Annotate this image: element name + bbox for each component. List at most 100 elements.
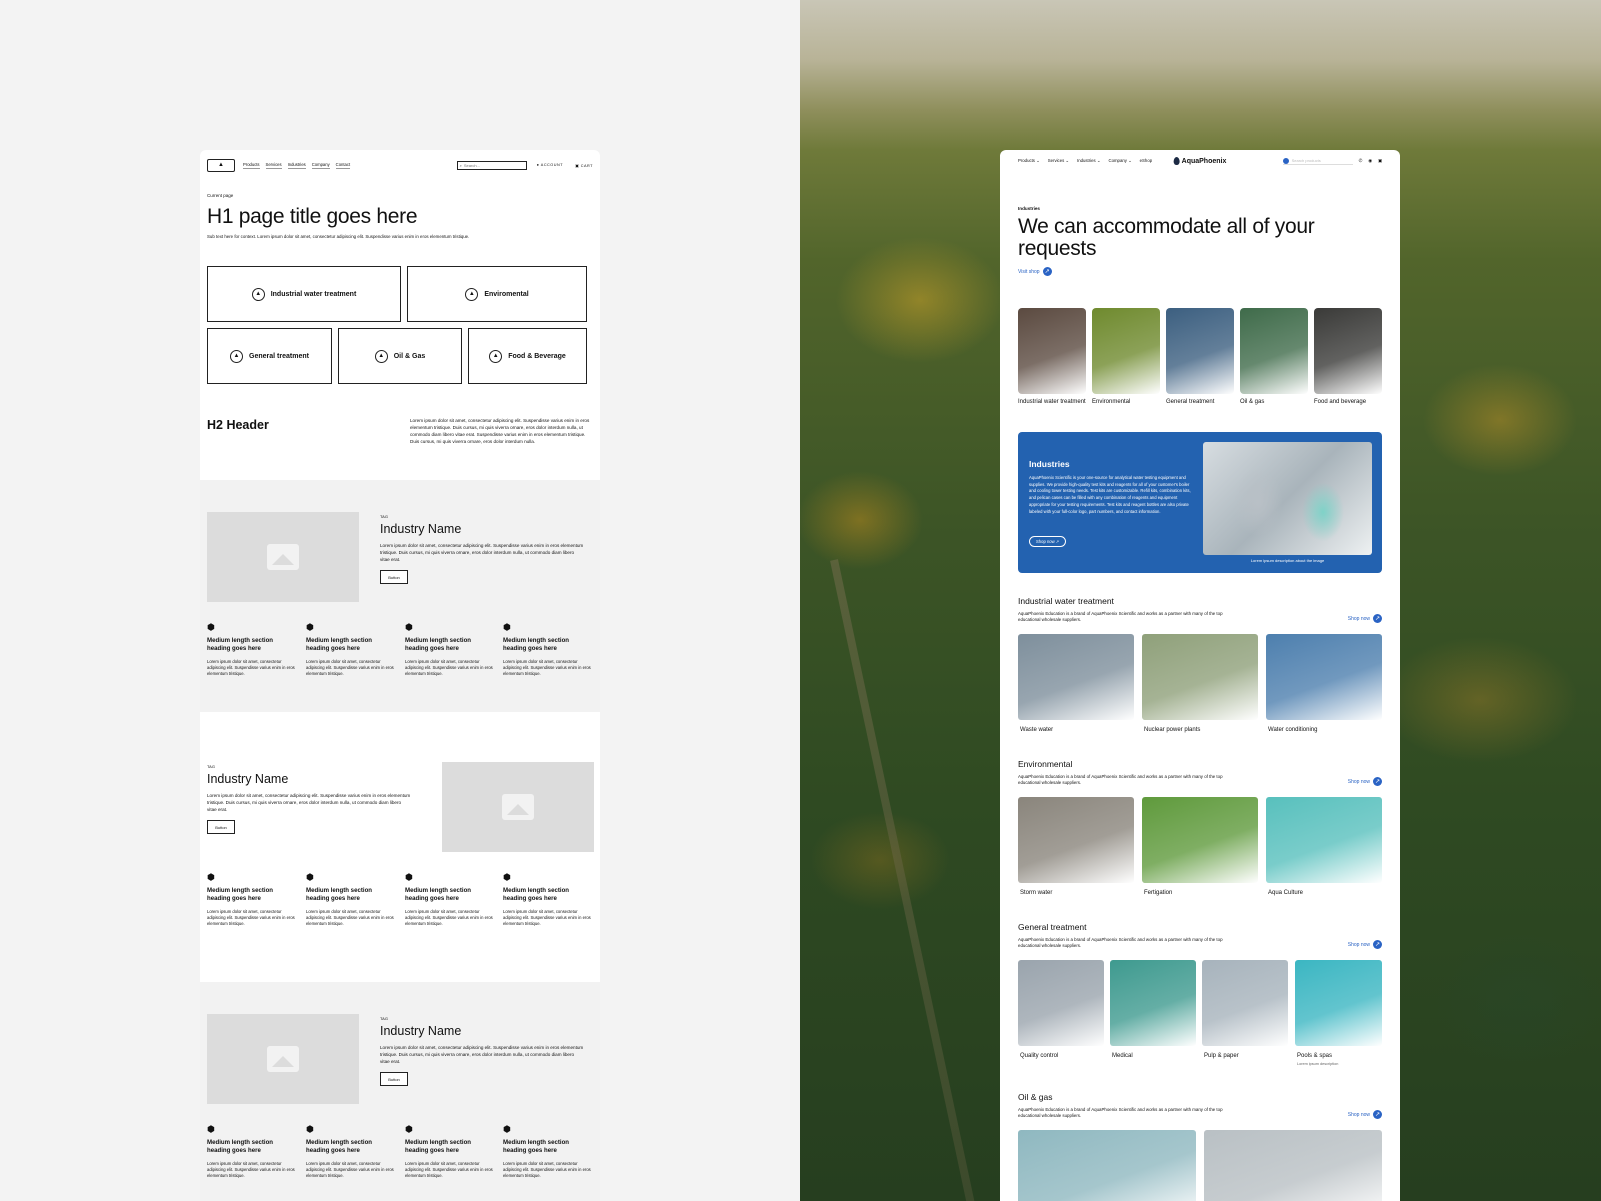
group-item-label: Fertigation: [1144, 890, 1173, 896]
group-item-label: Pools & spas: [1297, 1053, 1333, 1059]
cart-icon[interactable]: ▣: [1378, 158, 1382, 164]
group-title: Industrial water treatment: [1018, 596, 1114, 606]
feature-item: ⬢ Medium length section heading goes here…: [207, 872, 295, 927]
industry-section-1: TAG Industry Name Lorem ipsum dolor sit …: [200, 480, 600, 712]
h2-paragraph: Lorem ipsum dolor sit amet, consectetur …: [410, 418, 590, 444]
nav-link-contact[interactable]: Contact: [335, 162, 351, 169]
industry-tile[interactable]: Oil & gas: [1240, 308, 1308, 405]
feature-text: Lorem ipsum dolor sit amet, consectetur …: [207, 1160, 295, 1179]
group-image[interactable]: [1018, 960, 1104, 1046]
group-item-label: Aqua Culture: [1268, 890, 1304, 896]
image-placeholder: [207, 512, 359, 602]
breadcrumb[interactable]: Current page: [207, 193, 233, 198]
feature-heading: Medium length section heading goes here: [306, 1139, 373, 1154]
cart-link[interactable]: ▣ CART: [575, 163, 593, 168]
nav-link-products[interactable]: Products: [243, 162, 260, 169]
group-image[interactable]: [1142, 797, 1258, 883]
factory-icon: ▲: [251, 287, 265, 301]
shop-now-link[interactable]: Shop now ↗: [1348, 777, 1382, 786]
factory-icon: ▲: [489, 349, 503, 363]
tile-label: Industrial water treatment: [1018, 399, 1086, 405]
group-image[interactable]: [1110, 960, 1196, 1046]
factory-icon: ▲: [230, 349, 244, 363]
nav-link-company[interactable]: Company ⌄: [1108, 158, 1131, 164]
logo-placeholder[interactable]: ▲: [207, 158, 235, 172]
industry-button[interactable]: Button: [380, 570, 408, 584]
shop-now-button[interactable]: Shop now ↗: [1029, 536, 1067, 547]
visit-shop-link[interactable]: Visit shop ↗: [1018, 267, 1052, 276]
arrow-icon: ↗: [1373, 777, 1382, 786]
feature-item: ⬢ Medium length section heading goes here…: [503, 622, 591, 677]
user-icon[interactable]: ◉: [1368, 158, 1372, 164]
industry-button[interactable]: Button: [207, 820, 235, 834]
feature-text: Lorem ipsum dolor sit amet, consectetur …: [503, 908, 591, 927]
group-image[interactable]: [1018, 797, 1134, 883]
nav-link-eshop[interactable]: eShop: [1140, 158, 1152, 164]
feature-text: Lorem ipsum dolor sit amet, consectetur …: [405, 908, 493, 927]
card-label: Enviromental: [484, 290, 529, 298]
feature-item: ⬢ Medium length section heading goes here…: [405, 1124, 493, 1179]
group-image[interactable]: [1202, 960, 1288, 1046]
card-oil-gas[interactable]: ▲ Oil & Gas: [338, 328, 462, 384]
brand-name: AquaPhoenix: [1181, 157, 1227, 165]
tile-label: Environmental: [1092, 399, 1131, 405]
industry-tile[interactable]: Environmental: [1092, 308, 1160, 405]
feature-item: ⬢ Medium length section heading goes here…: [503, 872, 591, 927]
industry-name: Industry Name: [380, 1024, 462, 1038]
cube-icon: ⬢: [306, 872, 314, 882]
industry-button[interactable]: Button: [380, 1072, 408, 1086]
industry-section-3: TAG Industry Name Lorem ipsum dolor sit …: [200, 982, 600, 1201]
group-image[interactable]: [1266, 634, 1382, 720]
card-environmental[interactable]: ▲ Enviromental: [407, 266, 587, 322]
industry-tile[interactable]: Industrial water treatment: [1018, 308, 1086, 405]
image-icon: [502, 794, 534, 820]
cube-icon: ⬢: [503, 872, 511, 882]
group-image[interactable]: [1266, 797, 1382, 883]
tile-image: [1092, 308, 1160, 394]
search-input[interactable]: Search products: [1282, 157, 1353, 165]
industry-tile[interactable]: General treatment: [1166, 308, 1234, 405]
nav-link-services[interactable]: Services: [265, 162, 282, 169]
tile-label: General treatment: [1166, 399, 1215, 405]
shop-now-link[interactable]: Shop now ↗: [1348, 614, 1382, 623]
industry-section-2: TAG Industry Name Lorem ipsum dolor sit …: [200, 730, 600, 962]
feature-text: Lorem ipsum dolor sit amet, consectetur …: [207, 908, 295, 927]
nav-link-products[interactable]: Products ⌄: [1018, 158, 1040, 164]
nav-link-company[interactable]: Company: [311, 162, 330, 169]
design-page: Products ⌄ Services ⌄ Industries ⌄ Compa…: [1000, 150, 1400, 1201]
nav-link-services[interactable]: Services ⌄: [1048, 158, 1069, 164]
image-icon: [267, 1046, 299, 1072]
group-image[interactable]: [1204, 1130, 1382, 1201]
promo-caption: Lorem ipsum description about the image: [1250, 558, 1325, 563]
shop-now-link[interactable]: Shop now ↗: [1348, 940, 1382, 949]
arrow-icon: ↗: [1373, 1110, 1382, 1119]
group-image[interactable]: [1018, 634, 1134, 720]
feature-heading: Medium length section heading goes here: [503, 1139, 570, 1154]
industry-tile[interactable]: Food and beverage: [1314, 308, 1382, 405]
card-food-beverage[interactable]: ▲ Food & Beverage: [468, 328, 587, 384]
group-image[interactable]: [1142, 634, 1258, 720]
cube-icon: ⬢: [306, 622, 314, 632]
feature-text: Lorem ipsum dolor sit amet, consectetur …: [306, 908, 394, 927]
card-industrial-water[interactable]: ▲ Industrial water treatment: [207, 266, 401, 322]
nav-link-industries[interactable]: Industries ⌄: [1077, 158, 1100, 164]
feature-heading: Medium length section heading goes here: [207, 1139, 274, 1154]
group-image[interactable]: [1295, 960, 1382, 1046]
phone-icon[interactable]: ✆: [1359, 158, 1363, 164]
card-general-treatment[interactable]: ▲ General treatment: [207, 328, 332, 384]
group-image[interactable]: [1018, 1130, 1196, 1201]
brand-logo[interactable]: AquaPhoenix: [1173, 157, 1227, 165]
shop-now-link[interactable]: Shop now ↗: [1348, 1110, 1382, 1119]
account-link[interactable]: ● ACCOUNT: [537, 163, 563, 167]
group-item-label: Nuclear power plants: [1144, 727, 1201, 733]
industry-tag: TAG: [380, 1016, 388, 1021]
arrow-icon: ↗: [1373, 940, 1382, 949]
industry-name: Industry Name: [380, 522, 462, 536]
nav-link-industries[interactable]: Industries: [287, 162, 306, 169]
page-subtitle: Sub text here for context. Lorem ipsum d…: [207, 234, 470, 239]
search-input[interactable]: ⌕ Search...: [456, 160, 527, 170]
nav-links: Products ⌄ Services ⌄ Industries ⌄ Compa…: [1018, 158, 1152, 164]
feature-heading: Medium length section heading goes here: [503, 887, 570, 902]
industries-promo: Industries AquaPhoenix Scientific is you…: [1018, 432, 1382, 573]
feature-text: Lorem ipsum dolor sit amet, consectetur …: [207, 658, 295, 677]
